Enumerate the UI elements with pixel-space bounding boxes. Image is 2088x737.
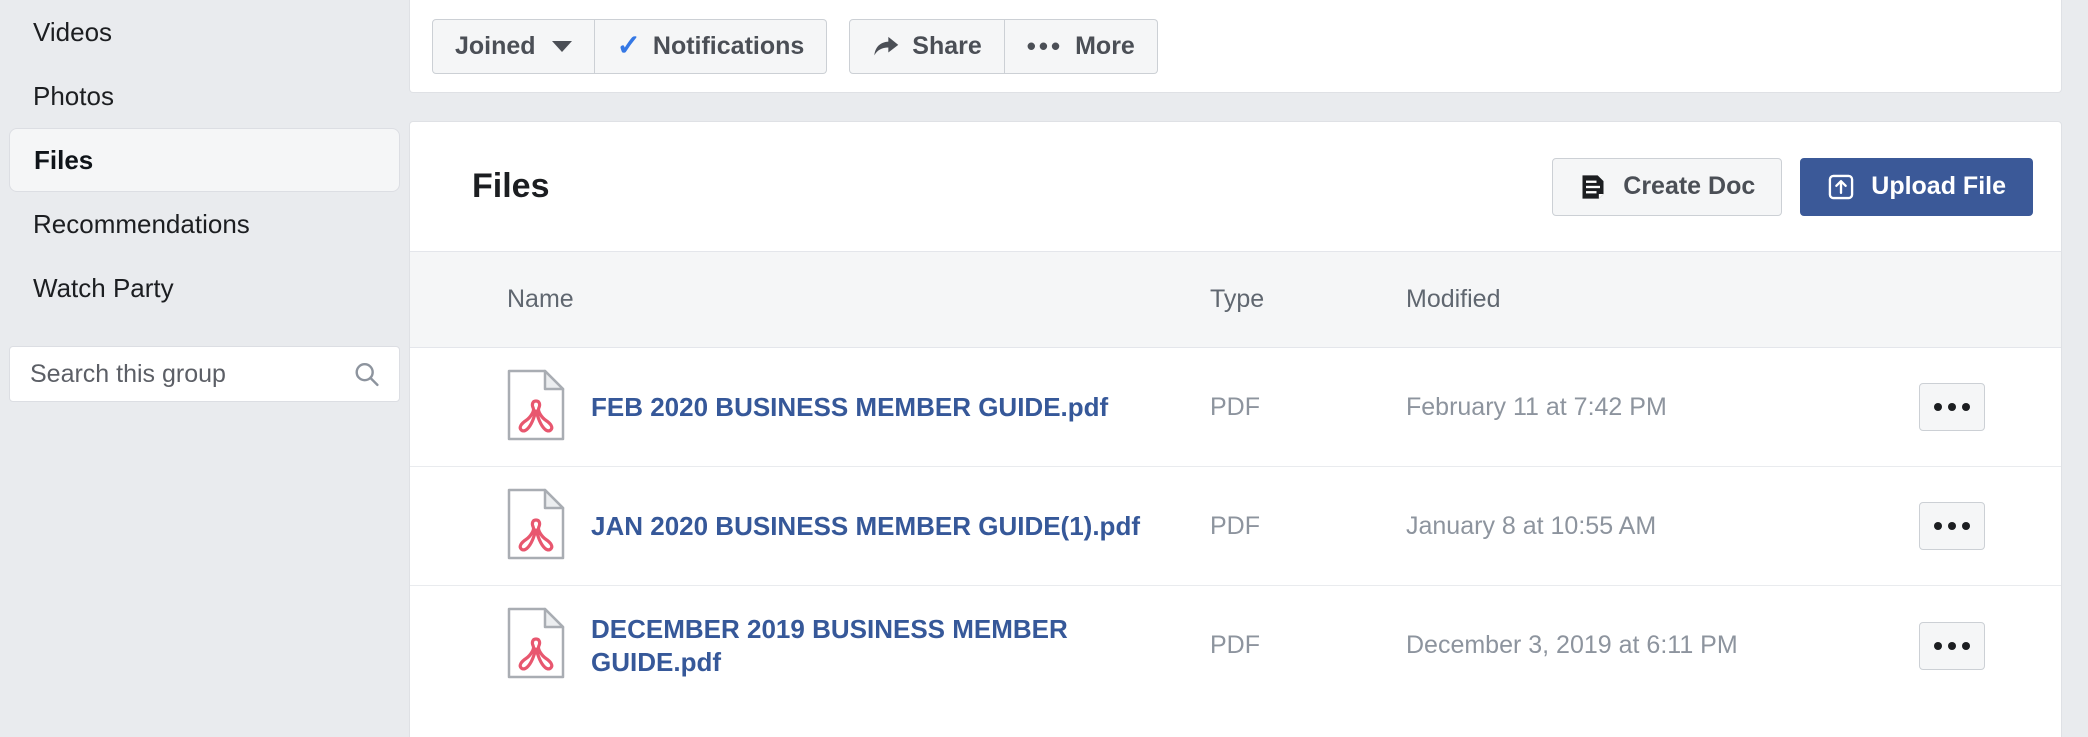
check-icon: ✓: [616, 29, 641, 62]
file-name-cell: JAN 2020 BUSINESS MEMBER GUIDE(1).pdf: [410, 488, 1210, 565]
column-header-type: Type: [1210, 285, 1265, 313]
create-doc-label: Create Doc: [1623, 172, 1756, 200]
table-row[interactable]: FEB 2020 BUSINESS MEMBER GUIDE.pdf PDF Feb…: [410, 348, 2061, 467]
files-card: Files Create Doc Upload File Name Type M…: [409, 121, 2062, 737]
file-name-link[interactable]: JAN 2020 BUSINESS MEMBER GUIDE(1).pdf: [591, 510, 1140, 543]
file-icon-wrap: [507, 488, 565, 565]
ellipsis-icon: [1948, 403, 1956, 411]
table-row[interactable]: JAN 2020 BUSINESS MEMBER GUIDE(1).pdf PDF…: [410, 467, 2061, 586]
ellipsis-icon: [1948, 522, 1956, 530]
ellipsis-icon: [1934, 641, 1942, 650]
file-modified-cell: January 8 at 10:55 AM: [1406, 511, 1657, 540]
sidebar-item-label: Recommendations: [33, 208, 250, 239]
column-header-modified: Modified: [1406, 285, 1501, 313]
notifications-button[interactable]: ✓ Notifications: [594, 18, 828, 74]
group-sidebar: Videos Photos Files Recommendations Watch Pa…: [0, 0, 409, 737]
file-actions-cell: [1836, 621, 2061, 670]
file-icon-wrap: [507, 607, 565, 684]
sidebar-item-label: Videos: [33, 16, 113, 47]
ellipsis-icon: [1962, 641, 1970, 650]
file-options-button[interactable]: [1919, 621, 1985, 670]
file-options-button[interactable]: [1919, 502, 1985, 550]
sidebar-item-label: Watch Party: [33, 272, 174, 303]
search-input[interactable]: [30, 359, 352, 389]
share-button[interactable]: Share: [849, 18, 1005, 74]
page-root: Videos Photos Files Recommendations Watch Pa…: [0, 0, 2088, 737]
share-more-button-group: Share ••• More: [849, 18, 1158, 74]
more-button[interactable]: ••• More: [1004, 18, 1158, 74]
joined-button[interactable]: Joined: [432, 18, 595, 74]
main-content: Joined ✓ Notifications Share ••• More Fi…: [409, 0, 2088, 737]
file-name-link[interactable]: FEB 2020 BUSINESS MEMBER GUIDE.pdf: [591, 391, 1108, 424]
ellipsis-icon: [1948, 641, 1956, 650]
file-type-cell: PDF: [1210, 511, 1260, 540]
files-header-actions: Create Doc Upload File: [1552, 157, 2033, 216]
file-modified-cell: December 3, 2019 at 6:11 PM: [1406, 631, 1738, 659]
sidebar-nav: Videos Photos Files Recommendations Watch Pa…: [0, 0, 409, 320]
sidebar-item-watch-party[interactable]: Watch Party: [9, 256, 400, 320]
more-label: More: [1075, 31, 1135, 60]
file-actions-cell: [1836, 502, 2061, 550]
files-table-header: Name Type Modified: [410, 252, 2061, 348]
file-name-cell: FEB 2020 BUSINESS MEMBER GUIDE.pdf: [410, 369, 1210, 446]
pdf-file-icon: [507, 488, 565, 559]
file-icon-wrap: [507, 369, 565, 446]
create-doc-button[interactable]: Create Doc: [1552, 157, 1783, 216]
upload-file-label: Upload File: [1871, 172, 2006, 200]
sidebar-item-recommendations[interactable]: Recommendations: [9, 192, 400, 256]
sidebar-item-label: Photos: [33, 80, 114, 111]
search-icon: [355, 363, 379, 387]
search-group-box[interactable]: [9, 346, 400, 402]
column-header-name: Name: [507, 285, 574, 313]
file-name-cell: DECEMBER 2019 BUSINESS MEMBER GUIDE.pdf: [410, 607, 1210, 684]
joined-label: Joined: [455, 31, 536, 60]
upload-file-button[interactable]: Upload File: [1800, 157, 2033, 216]
table-row[interactable]: DECEMBER 2019 BUSINESS MEMBER GUIDE.pdf P…: [410, 586, 2061, 705]
pdf-file-icon: [507, 607, 565, 679]
file-actions-cell: [1836, 383, 2061, 431]
notifications-label: Notifications: [652, 31, 805, 60]
document-icon: [1582, 174, 1604, 199]
ellipsis-icon: [1962, 522, 1970, 530]
sidebar-item-label: Files: [34, 144, 94, 175]
page-title: Files: [472, 167, 550, 205]
chevron-down-icon: [551, 40, 572, 52]
file-type-cell: PDF: [1210, 631, 1260, 659]
upload-icon: [1829, 174, 1854, 199]
group-action-bar: Joined ✓ Notifications Share ••• More: [409, 0, 2062, 93]
file-type-cell: PDF: [1210, 392, 1260, 421]
pdf-file-icon: [507, 369, 565, 440]
membership-button-group: Joined ✓ Notifications: [432, 18, 828, 74]
share-arrow-icon: [874, 36, 899, 56]
ellipsis-icon: •••: [1026, 31, 1064, 61]
file-modified-cell: February 11 at 7:42 PM: [1406, 392, 1667, 421]
ellipsis-icon: [1962, 403, 1970, 411]
sidebar-item-videos[interactable]: Videos: [9, 0, 400, 64]
files-table-body: FEB 2020 BUSINESS MEMBER GUIDE.pdf PDF Feb…: [410, 348, 2061, 705]
files-card-header: Files Create Doc Upload File: [410, 122, 2061, 252]
sidebar-item-files[interactable]: Files: [9, 128, 400, 192]
ellipsis-icon: [1934, 403, 1942, 411]
file-name-link[interactable]: DECEMBER 2019 BUSINESS MEMBER GUIDE.pdf: [591, 613, 1191, 678]
sidebar-item-photos[interactable]: Photos: [9, 64, 400, 128]
file-options-button[interactable]: [1919, 383, 1985, 431]
share-label: Share: [912, 31, 982, 60]
ellipsis-icon: [1934, 522, 1942, 530]
